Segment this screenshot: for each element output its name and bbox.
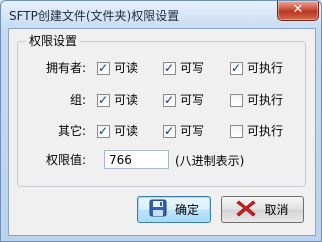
red-x-icon bbox=[236, 199, 257, 220]
dialog-body: 权限设置 拥有者: 可读 可写 可执行 组: 可读 bbox=[8, 28, 316, 236]
checkbox-label: 可执行 bbox=[247, 61, 284, 75]
checkbox-label: 可写 bbox=[180, 93, 205, 107]
group-label: 组: bbox=[69, 93, 86, 107]
checkbox-box[interactable] bbox=[230, 124, 243, 138]
save-disk-icon bbox=[149, 199, 167, 220]
others-read-checkbox[interactable]: 可读 bbox=[97, 123, 138, 139]
checkbox-label: 可读 bbox=[114, 93, 139, 107]
checkbox-label: 可读 bbox=[114, 61, 139, 75]
owner-label: 拥有者: bbox=[45, 61, 86, 75]
title-bar[interactable]: SFTP创建文件(文件夹)权限设置 ✕ bbox=[1, 1, 321, 27]
checkbox-label: 可执行 bbox=[247, 93, 284, 107]
checkbox-box[interactable] bbox=[97, 123, 110, 139]
checkbox-box[interactable] bbox=[230, 60, 243, 76]
group-write-checkbox[interactable]: 可写 bbox=[163, 92, 204, 108]
checkbox-label: 可写 bbox=[180, 61, 205, 75]
checkbox-label: 可读 bbox=[114, 124, 139, 138]
ok-label: 确定 bbox=[174, 203, 199, 217]
checkbox-box[interactable] bbox=[163, 60, 176, 76]
close-button[interactable]: ✕ bbox=[277, 1, 319, 21]
cancel-button[interactable]: 取消 bbox=[221, 196, 304, 223]
perm-value-label: 权限值: bbox=[45, 153, 86, 167]
perm-hint: (八进制表示) bbox=[175, 154, 245, 168]
ok-button[interactable]: 确定 bbox=[137, 196, 211, 223]
owner-write-checkbox[interactable]: 可写 bbox=[163, 60, 204, 76]
checkbox-label: 可写 bbox=[180, 124, 205, 138]
window-title: SFTP创建文件(文件夹)权限设置 bbox=[9, 9, 180, 23]
checkbox-box[interactable] bbox=[163, 92, 176, 108]
checkbox-label: 可执行 bbox=[247, 124, 284, 138]
owner-read-checkbox[interactable]: 可读 bbox=[97, 60, 138, 76]
checkbox-box[interactable] bbox=[230, 93, 243, 107]
others-label: 其它: bbox=[57, 124, 86, 138]
checkbox-box[interactable] bbox=[97, 92, 110, 108]
others-execute-checkbox[interactable]: 可执行 bbox=[230, 123, 283, 139]
perm-value-input[interactable] bbox=[104, 150, 169, 169]
checkbox-box[interactable] bbox=[97, 60, 110, 76]
group-execute-checkbox[interactable]: 可执行 bbox=[230, 92, 283, 108]
permissions-groupbox: 权限设置 拥有者: 可读 可写 可执行 组: 可读 bbox=[17, 34, 306, 187]
group-read-checkbox[interactable]: 可读 bbox=[97, 92, 138, 108]
checkbox-box[interactable] bbox=[163, 123, 176, 139]
dialog-window: SFTP创建文件(文件夹)权限设置 ✕ 权限设置 拥有者: 可读 可写 可执行 … bbox=[0, 0, 322, 242]
others-write-checkbox[interactable]: 可写 bbox=[163, 123, 204, 139]
cancel-label: 取消 bbox=[264, 203, 289, 217]
groupbox-title: 权限设置 bbox=[26, 34, 81, 49]
owner-execute-checkbox[interactable]: 可执行 bbox=[230, 60, 283, 76]
